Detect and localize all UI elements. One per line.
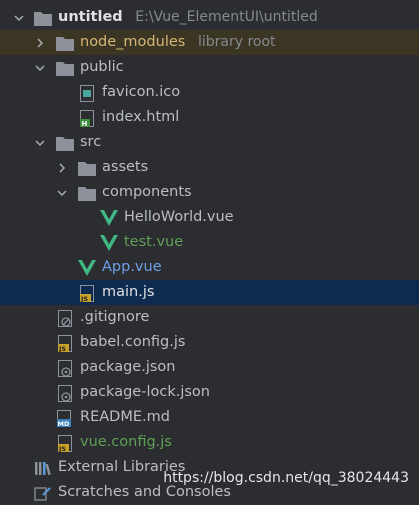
tree-row-untitled[interactable]: untitled E:\Vue_ElementUI\untitled xyxy=(0,5,419,30)
project-tree: untitled E:\Vue_ElementUI\untitled node_… xyxy=(0,5,419,505)
folder-icon xyxy=(56,59,74,77)
tree-label: .gitignore xyxy=(80,309,150,325)
tree-row-index-html[interactable]: H index.html xyxy=(0,105,419,130)
tree-row-helloworld[interactable]: HelloWorld.vue xyxy=(0,205,419,230)
md-badge: MD xyxy=(58,420,70,427)
chevron-down-icon[interactable] xyxy=(33,55,47,80)
ignore-file-icon xyxy=(56,309,74,327)
tree-label: node_modules xyxy=(80,34,186,50)
tree-label: public xyxy=(80,59,124,75)
scratches-icon xyxy=(34,484,52,502)
tree-row-src[interactable]: src xyxy=(0,130,419,155)
js-file-icon: JS xyxy=(78,284,96,302)
tree-row-app-vue[interactable]: App.vue xyxy=(0,255,419,280)
tree-label: babel.config.js xyxy=(80,334,186,350)
html-badge: H xyxy=(82,120,88,127)
tree-label: components xyxy=(102,184,192,200)
tree-row-package-json[interactable]: package.json xyxy=(0,355,419,380)
tree-row-babel-config[interactable]: JS babel.config.js xyxy=(0,330,419,355)
tree-label: HelloWorld.vue xyxy=(124,209,234,225)
folder-icon xyxy=(78,159,96,177)
tree-label: src xyxy=(80,134,102,150)
chevron-down-icon[interactable] xyxy=(12,5,26,30)
tree-label: test.vue xyxy=(124,234,184,250)
chevron-right-icon[interactable] xyxy=(33,30,47,55)
folder-icon xyxy=(56,134,74,152)
js-badge: JS xyxy=(80,295,88,302)
library-icon xyxy=(34,459,52,477)
watermark-url: https://blog.csdn.net/qq_38024443 xyxy=(163,470,409,486)
js-file-icon: JS xyxy=(56,334,74,352)
vue-file-icon xyxy=(78,259,96,277)
vue-file-icon xyxy=(100,234,118,252)
folder-icon xyxy=(78,184,96,202)
tree-row-main-js[interactable]: JS main.js xyxy=(0,280,419,305)
folder-icon xyxy=(56,34,74,52)
image-file-icon xyxy=(78,84,96,102)
library-root-hint: library root xyxy=(197,34,276,50)
html-file-icon: H xyxy=(78,109,96,127)
json-file-icon xyxy=(56,359,74,377)
project-path: E:\Vue_ElementUI\untitled xyxy=(135,9,318,25)
tree-row-assets[interactable]: assets xyxy=(0,155,419,180)
tree-label: main.js xyxy=(102,284,155,300)
tree-row-test-vue[interactable]: test.vue xyxy=(0,230,419,255)
tree-row-gitignore[interactable]: .gitignore xyxy=(0,305,419,330)
tree-label: package.json xyxy=(80,359,176,375)
tree-label: README.md xyxy=(80,409,170,425)
vue-file-icon xyxy=(100,209,118,227)
tree-label: favicon.ico xyxy=(102,84,181,100)
tree-label: package-lock.json xyxy=(80,384,210,400)
chevron-down-icon[interactable] xyxy=(55,180,69,205)
project-name: untitled xyxy=(58,9,123,25)
folder-icon xyxy=(34,9,52,27)
tree-label: vue.config.js xyxy=(80,434,172,450)
chevron-down-icon[interactable] xyxy=(33,130,47,155)
tree-row-public[interactable]: public xyxy=(0,55,419,80)
js-file-icon: JS xyxy=(56,434,74,452)
tree-label: App.vue xyxy=(102,259,162,275)
js-badge: JS xyxy=(58,345,66,352)
tree-row-package-lock[interactable]: package-lock.json xyxy=(0,380,419,405)
tree-label: assets xyxy=(102,159,149,175)
tree-row-readme[interactable]: MD README.md xyxy=(0,405,419,430)
json-file-icon xyxy=(56,384,74,402)
tree-row-components[interactable]: components xyxy=(0,180,419,205)
markdown-file-icon: MD xyxy=(56,409,74,427)
tree-row-favicon[interactable]: favicon.ico xyxy=(0,80,419,105)
tree-row-node-modules[interactable]: node_modules library root xyxy=(0,30,419,55)
js-badge: JS xyxy=(58,445,66,452)
chevron-right-icon[interactable] xyxy=(55,155,69,180)
tree-row-vue-config[interactable]: JS vue.config.js xyxy=(0,430,419,455)
tree-label: index.html xyxy=(102,109,180,125)
